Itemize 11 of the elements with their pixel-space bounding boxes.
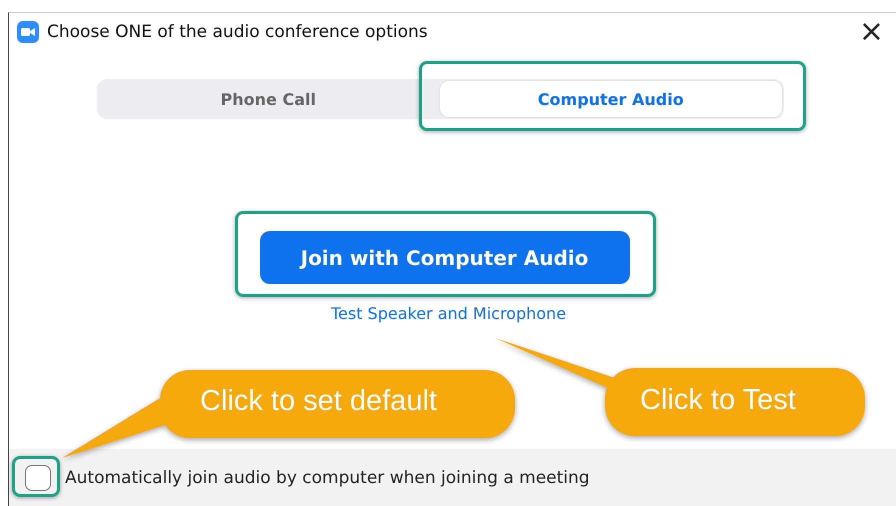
tab[interactable]: Computer Audio [440,81,782,117]
checkbox[interactable] [25,464,51,490]
join-audio-button[interactable]: Join with Computer Audio [260,231,630,284]
test-link[interactable]: Test Speaker and Microphone [330,304,566,323]
window-title: Choose ONE of the audio conference options [47,22,429,42]
callout-text: Click to Test [640,384,796,417]
close-button[interactable]: × [854,18,888,46]
checkbox-label: Automatically join audio by computer when joining a meeting [65,468,590,488]
video-camera-icon [17,21,39,43]
callout-text: Click to set default [200,385,437,418]
tab[interactable]: Phone Call [97,81,440,117]
